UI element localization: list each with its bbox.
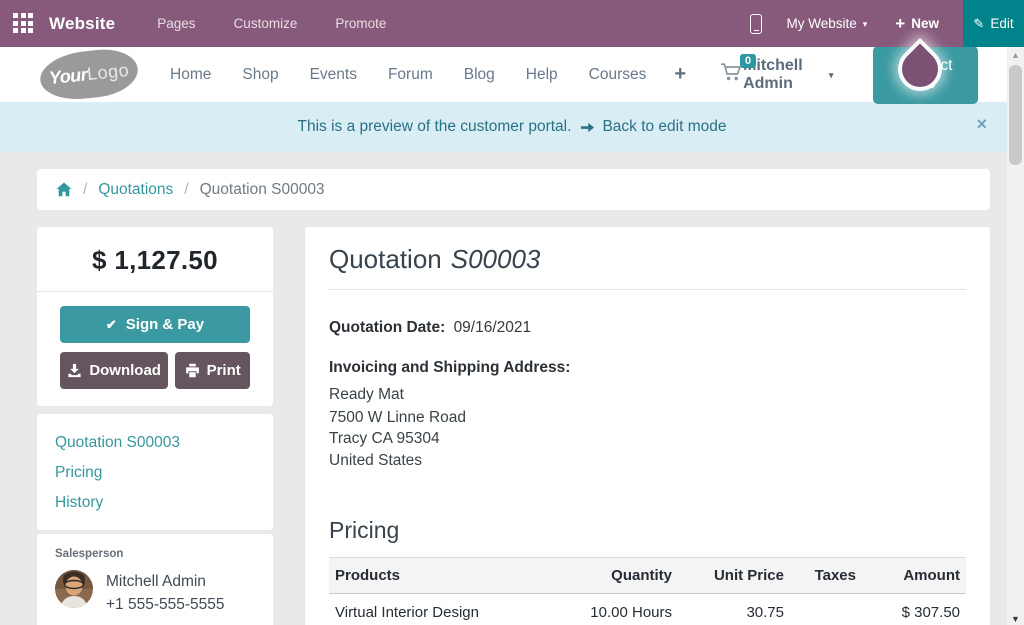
download-button[interactable]: Download: [60, 352, 168, 389]
pricing-heading: Pricing: [329, 517, 966, 544]
col-taxes: Taxes: [790, 558, 862, 594]
table-row: Virtual Interior Design 10.00 Hours 30.7…: [329, 594, 966, 625]
chevron-down-icon: ▾: [829, 70, 834, 81]
scroll-down-arrow[interactable]: ▼: [1007, 614, 1024, 624]
print-button[interactable]: Print: [175, 352, 250, 389]
total-amount: $ 1,127.50: [37, 227, 273, 291]
col-products: Products: [329, 558, 538, 594]
address-line: 7500 W Linne Road: [329, 407, 966, 429]
nav-blog[interactable]: Blog: [464, 66, 495, 84]
sidebar-link-quotation[interactable]: Quotation S00003: [55, 429, 255, 457]
address-label: Invoicing and Shipping Address:: [329, 359, 966, 377]
nav-help[interactable]: Help: [526, 66, 558, 84]
breadcrumb-current: Quotation S00003: [200, 181, 325, 199]
menu-customize[interactable]: Customize: [234, 16, 298, 31]
cart-button[interactable]: 0: [720, 62, 743, 87]
quotation-sidebar: $ 1,127.50 ✔ Sign & Pay Download: [37, 227, 273, 625]
chevron-down-icon: ▾: [863, 19, 868, 30]
salesperson-info: Mitchell Admin +1 555-555-5555: [106, 570, 225, 616]
apps-grid-icon[interactable]: [13, 13, 34, 34]
col-quantity: Quantity: [538, 558, 678, 594]
scroll-up-arrow[interactable]: ▲: [1007, 47, 1024, 64]
add-menu-icon[interactable]: +: [674, 63, 686, 86]
app-title[interactable]: Website: [49, 14, 115, 34]
portal-preview-banner: This is a preview of the customer portal…: [0, 102, 1024, 152]
download-icon: [67, 363, 82, 378]
pricing-table: Products Quantity Unit Price Taxes Amoun…: [329, 557, 966, 625]
salesperson-card: Salesperson Mitchell Admin: [37, 534, 273, 625]
breadcrumb-separator: /: [184, 181, 188, 199]
home-icon[interactable]: [56, 182, 72, 197]
site-logo[interactable]: YourLogo: [38, 46, 140, 103]
sidebar-link-history[interactable]: History: [55, 489, 255, 517]
salesperson-phone: +1 555-555-5555: [106, 593, 225, 616]
scrollbar-thumb[interactable]: [1009, 65, 1022, 165]
avatar: [55, 570, 93, 608]
nav-shop[interactable]: Shop: [242, 66, 278, 84]
page-title: QuotationS00003: [329, 244, 966, 290]
close-icon[interactable]: ×: [976, 115, 987, 133]
check-icon: ✔: [106, 317, 117, 333]
nav-events[interactable]: Events: [310, 66, 357, 84]
back-to-edit-link[interactable]: Back to edit mode: [602, 118, 726, 136]
new-button[interactable]: + New: [895, 14, 939, 34]
quotation-date: Quotation Date: 09/16/2021: [329, 319, 966, 337]
salesperson-label: Salesperson: [55, 548, 255, 560]
print-icon: [185, 363, 200, 378]
cell-product: Virtual Interior Design: [329, 594, 538, 625]
quotation-document: QuotationS00003 Quotation Date: 09/16/20…: [305, 227, 990, 625]
cell-unit-price: 30.75: [678, 594, 790, 625]
banner-message: This is a preview of the customer portal…: [297, 118, 571, 136]
menu-promote[interactable]: Promote: [335, 16, 386, 31]
plus-icon: +: [895, 14, 905, 34]
amount-card: $ 1,127.50 ✔ Sign & Pay Download: [37, 227, 273, 406]
breadcrumb-separator: /: [83, 181, 87, 199]
sidebar-links-card: Quotation S00003 Pricing History: [37, 414, 273, 530]
address-line: Ready Mat: [329, 384, 966, 406]
nav-home[interactable]: Home: [170, 66, 211, 84]
vertical-scrollbar[interactable]: ▲ ▼: [1007, 47, 1024, 625]
backend-navbar: Website Pages Customize Promote My Websi…: [0, 0, 1024, 47]
menu-pages[interactable]: Pages: [157, 16, 195, 31]
cell-taxes: [790, 594, 862, 625]
table-header-row: Products Quantity Unit Price Taxes Amoun…: [329, 558, 966, 594]
breadcrumb: / Quotations / Quotation S00003: [37, 169, 990, 210]
backend-menu: Pages Customize Promote: [157, 16, 386, 31]
cart-count-badge: 0: [740, 54, 756, 68]
arrow-right-icon: [580, 120, 595, 135]
user-account-menu[interactable]: Mitchell Admin ▾: [743, 57, 833, 93]
cell-amount: $ 307.50: [862, 594, 966, 625]
sidebar-link-pricing[interactable]: Pricing: [55, 459, 255, 487]
portal-content: / Quotations / Quotation S00003 $ 1,127.…: [0, 152, 1024, 625]
site-menu: Home Shop Events Forum Blog Help Courses: [170, 66, 646, 84]
website-switcher[interactable]: My Website ▾: [786, 16, 867, 31]
breadcrumb-quotations[interactable]: Quotations: [98, 181, 173, 199]
address-block: Ready Mat 7500 W Linne Road Tracy CA 953…: [329, 384, 966, 471]
sign-pay-button[interactable]: ✔ Sign & Pay: [60, 306, 250, 343]
quotation-reference: S00003: [451, 244, 541, 274]
mobile-preview-icon[interactable]: [750, 14, 762, 34]
nav-courses[interactable]: Courses: [589, 66, 647, 84]
col-amount: Amount: [862, 558, 966, 594]
address-line: United States: [329, 450, 966, 472]
salesperson-name: Mitchell Admin: [106, 570, 225, 593]
pencil-icon: ✎: [973, 16, 984, 32]
edit-button[interactable]: ✎ Edit: [963, 0, 1024, 47]
nav-forum[interactable]: Forum: [388, 66, 433, 84]
site-navbar: YourLogo Home Shop Events Forum Blog Hel…: [0, 47, 1024, 102]
address-line: Tracy CA 95304: [329, 428, 966, 450]
col-unit-price: Unit Price: [678, 558, 790, 594]
cell-quantity: 10.00 Hours: [538, 594, 678, 625]
